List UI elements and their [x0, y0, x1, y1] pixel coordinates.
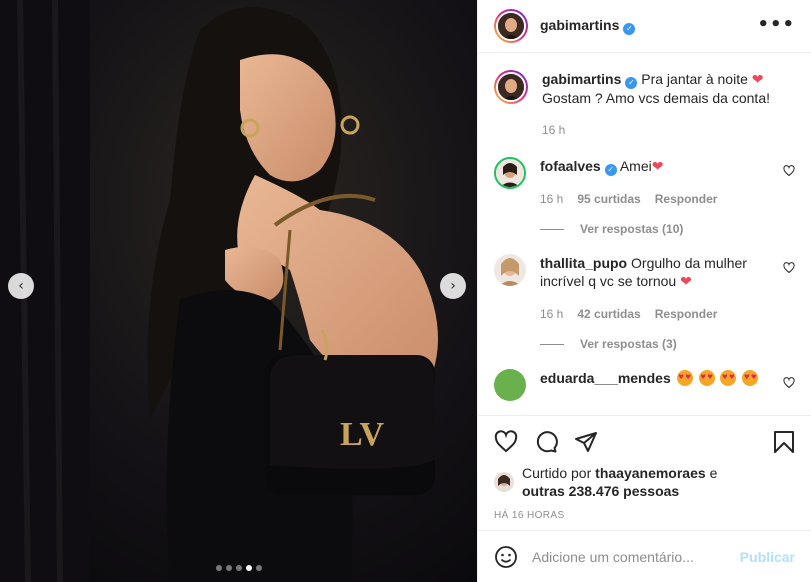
comment: fofaalves ✓ Amei❤ 16 h 95 curtidas Respon… [494, 157, 795, 208]
author-username[interactable]: gabimartins ✓ [540, 17, 636, 35]
view-replies-label: Ver respostas (10) [580, 222, 684, 236]
replies-divider [540, 343, 564, 345]
heart-eyes-emoji-icon [698, 370, 715, 386]
comment-input[interactable] [532, 548, 732, 565]
comment-username[interactable]: thallita_pupo [540, 255, 627, 271]
heart-emoji-icon: ❤ [751, 72, 764, 88]
emoji-smiley-icon[interactable] [494, 545, 518, 569]
comment-avatar[interactable] [494, 157, 526, 189]
caption-time[interactable]: 16 h [542, 121, 565, 139]
comment-time[interactable]: 16 h [540, 305, 563, 323]
publish-button[interactable]: Publicar [740, 549, 795, 565]
view-replies-button[interactable]: Ver respostas (10) [540, 222, 795, 236]
carousel-dot [255, 565, 262, 571]
view-replies-button[interactable]: Ver respostas (3) [540, 337, 795, 351]
svg-text:LV: LV [340, 416, 385, 453]
post-side-panel: gabimartins ✓ ••• gabimartins ✓ Pra jantar… [477, 0, 811, 582]
caption-text-line2: Gostam ? Amo vcs demais da conta! [542, 90, 770, 106]
replies-divider [540, 228, 564, 230]
reply-button[interactable]: Responder [655, 190, 718, 208]
comment-avatar[interactable] [494, 369, 526, 401]
carousel-dot [245, 565, 252, 571]
post-header: gabimartins ✓ ••• [478, 0, 811, 53]
carousel-dot [215, 565, 222, 571]
caption-text: Pra jantar à noite [641, 71, 748, 87]
likes-count[interactable]: outras 238.476 pessoas [522, 483, 679, 499]
liked-by: Curtido por thaayanemoraes e outras 238.… [494, 464, 795, 500]
verified-badge-icon: ✓ [625, 77, 638, 89]
comment-time[interactable]: 16 h [540, 190, 563, 208]
comment: eduarda___mendes [494, 369, 795, 401]
heart-eyes-emoji-icon [742, 370, 759, 386]
chevron-left-icon: ‹ [18, 278, 24, 294]
post-photo: LV [0, 0, 477, 582]
caption: gabimartins ✓ Pra jantar à noite ❤ Gostam… [494, 70, 795, 139]
verified-badge-icon: ✓ [623, 23, 636, 35]
heart-eyes-emoji-icon [720, 370, 737, 386]
comment-likes[interactable]: 95 curtidas [577, 190, 640, 208]
comment-bubble-icon[interactable] [534, 430, 558, 454]
caption-username[interactable]: gabimartins [542, 71, 621, 87]
carousel-dot [225, 565, 232, 571]
more-options-icon[interactable]: ••• [757, 14, 795, 35]
comment-username[interactable]: eduarda___mendes [540, 370, 671, 386]
view-replies-label: Ver respostas (3) [580, 337, 677, 351]
verified-badge-icon: ✓ [604, 164, 617, 176]
like-heart-icon[interactable] [494, 430, 518, 454]
reply-button[interactable]: Responder [655, 305, 718, 323]
heart-eyes-emoji-icon [676, 370, 693, 386]
heart-eyes-emoji-group [675, 370, 759, 386]
comment-username[interactable]: fofaalves [540, 158, 601, 174]
comment-avatar[interactable] [494, 254, 526, 286]
share-send-icon[interactable] [574, 430, 598, 454]
post-actions: Curtido por thaayanemoraes e outras 238.… [478, 415, 811, 521]
comment: thallita_pupo Orgulho da mulher incrível… [494, 254, 795, 323]
comment-likes[interactable]: 42 curtidas [577, 305, 640, 323]
liked-by-avatar[interactable] [494, 472, 514, 492]
heart-emoji-icon: ❤ [680, 274, 692, 290]
liked-by-prefix: Curtido por [522, 465, 592, 481]
caption-avatar[interactable] [494, 70, 528, 104]
comment-like-heart-icon[interactable] [783, 262, 795, 274]
instagram-post: LV ‹ › gabimartins ✓ ••• gabimartins ✓ P… [0, 0, 811, 582]
carousel-dot [235, 565, 242, 571]
post-media: LV ‹ › [0, 0, 477, 582]
add-comment-bar: Publicar [478, 530, 811, 582]
chevron-right-icon: › [450, 278, 456, 294]
carousel-next-button[interactable]: › [440, 273, 466, 299]
author-avatar[interactable] [494, 9, 528, 43]
liked-by-user[interactable]: thaayanemoraes [595, 465, 706, 481]
heart-emoji-icon: ❤ [651, 159, 664, 175]
carousel-prev-button[interactable]: ‹ [8, 273, 34, 299]
comment-like-heart-icon[interactable] [783, 377, 795, 389]
comment-text: Amei [619, 158, 652, 174]
liked-by-connector: e [709, 465, 718, 481]
comment-like-heart-icon[interactable] [783, 165, 795, 177]
comments-list: gabimartins ✓ Pra jantar à noite ❤ Gostam… [478, 54, 811, 414]
carousel-dots [0, 565, 477, 571]
post-time-ago[interactable]: HÁ 16 HORAS [494, 510, 795, 521]
bookmark-save-icon[interactable] [773, 430, 795, 454]
